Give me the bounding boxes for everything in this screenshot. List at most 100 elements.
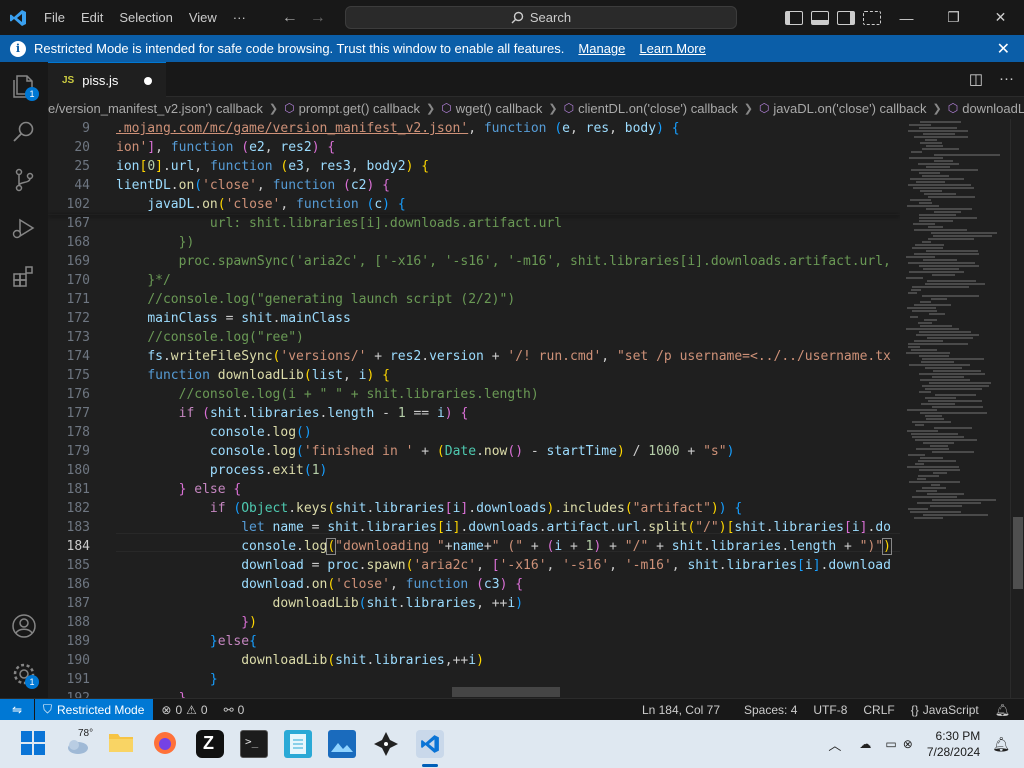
search-view-icon[interactable] [10, 118, 38, 146]
code-line[interactable]: 187 downloadLib(shit.libraries, ++i) [48, 594, 900, 613]
tab-piss-js[interactable]: JS piss.js [48, 62, 166, 97]
minimap[interactable] [900, 119, 1010, 698]
minimap-line [932, 451, 974, 453]
code-line[interactable]: 180 process.exit(1) [48, 461, 900, 480]
code-line[interactable]: 183 let name = shit.libraries[i].downloa… [48, 518, 900, 537]
code-line[interactable]: 169 proc.spawnSync('aria2c', ['-x16', '-… [48, 252, 900, 271]
menu-selection[interactable]: Selection [111, 0, 180, 35]
minimap-line [915, 424, 924, 426]
code-line[interactable]: 181 } else { [48, 480, 900, 499]
more-actions-icon[interactable]: ··· [999, 70, 1014, 88]
file-explorer-icon[interactable] [108, 730, 136, 758]
manage-link[interactable]: Manage [578, 41, 625, 56]
source-control-icon[interactable] [10, 166, 38, 194]
wifi-off-icon[interactable]: ⊗ [903, 737, 913, 751]
learn-more-link[interactable]: Learn More [639, 41, 705, 56]
problems-status[interactable]: ⊗ 0 ⚠ 0 [153, 703, 215, 717]
photos-app-icon[interactable] [328, 730, 356, 758]
weather-widget[interactable]: 78° [64, 728, 100, 758]
zed-app-icon[interactable]: Z [196, 730, 224, 758]
code-line[interactable]: 175 function downloadLib(list, i) { [48, 366, 900, 385]
restore-icon[interactable]: ❐ [930, 0, 977, 35]
extensions-icon[interactable] [10, 262, 38, 290]
breadcrumb-item[interactable]: ⬡downloadLib [948, 101, 1024, 116]
code-line[interactable]: 177 if (shit.libraries.length - 1 == i) … [48, 404, 900, 423]
menu-edit[interactable]: Edit [73, 0, 111, 35]
menu-file[interactable]: File [36, 0, 73, 35]
close-banner-icon[interactable]: ✕ [997, 39, 1010, 59]
notification-bell-icon[interactable]: 🔔︎ [992, 736, 1010, 753]
code-line[interactable]: 182 if (Object.keys(shit.libraries[i].do… [48, 499, 900, 518]
sticky-line[interactable]: 102 javaDL.on('close', function (c) { [48, 195, 900, 214]
clock[interactable]: 6:30 PM 7/28/2024 [927, 728, 980, 760]
language-mode[interactable]: {} JavaScript [903, 703, 987, 717]
vertical-scrollbar[interactable] [1010, 119, 1024, 698]
notepad-icon[interactable] [284, 730, 312, 758]
breadcrumb-item[interactable]: e/version_manifest_v2.json') callback [48, 101, 263, 116]
ports-status[interactable]: ⚯ 0 [216, 703, 253, 717]
code-line[interactable]: 178 console.log() [48, 423, 900, 442]
minimap-line [907, 205, 939, 207]
code-line[interactable]: 171 //console.log("generating launch scr… [48, 290, 900, 309]
code-line[interactable]: 170 }*/ [48, 271, 900, 290]
breadcrumb-item[interactable]: ⬡ prompt.get() callback [284, 101, 420, 116]
breadcrumb-item[interactable]: ⬡ clientDL.on('close') callback [564, 101, 738, 116]
unsaved-dot-icon[interactable] [144, 77, 152, 85]
breadcrumb-item[interactable]: ⬡ wget() callback [441, 101, 542, 116]
code-line[interactable]: 167 url: shit.libraries[i].downloads.art… [48, 214, 900, 233]
remote-indicator-icon[interactable]: ⇋ [0, 698, 34, 721]
code-line[interactable]: 179 console.log('finished in ' + (Date.n… [48, 442, 900, 461]
code-line[interactable]: 184 console.log("downloading "+name+" ("… [48, 537, 900, 556]
code-line[interactable]: 185 download = proc.spawn('aria2c', ['-x… [48, 556, 900, 575]
code-line[interactable]: 173 //console.log("ree") [48, 328, 900, 347]
sticky-line[interactable]: 9 .mojang.com/mc/game/version_manifest_v2… [48, 119, 900, 138]
code-line[interactable]: 186 download.on('close', function (c3) { [48, 575, 900, 594]
command-center-search[interactable]: Search [345, 6, 737, 29]
end-of-line[interactable]: CRLF [855, 703, 902, 717]
encoding[interactable]: UTF-8 [805, 703, 855, 717]
horizontal-scrollbar[interactable] [452, 687, 560, 697]
indentation[interactable]: Spaces: 4 [736, 703, 805, 717]
minimap-line [920, 142, 942, 144]
toggle-secondary-sidebar-icon[interactable] [837, 10, 855, 25]
sticky-line[interactable]: 44 lientDL.on('close', function (c2) { [48, 176, 900, 195]
close-window-icon[interactable]: ✕ [977, 0, 1024, 35]
terminal-icon[interactable]: >_ [240, 730, 268, 758]
cursor-position[interactable]: Ln 184, Col 77 [634, 703, 728, 717]
accounts-icon[interactable] [10, 612, 38, 640]
code-line[interactable]: 174 fs.writeFileSync('versions/' + res2.… [48, 347, 900, 366]
code-line[interactable]: 188 }) [48, 613, 900, 632]
windows-start-icon[interactable] [20, 730, 48, 758]
code-line[interactable]: 172 mainClass = shit.mainClass [48, 309, 900, 328]
sticky-line[interactable]: 20 ion'], function (e2, res2) { [48, 138, 900, 157]
explorer-icon[interactable]: 1 [10, 72, 39, 101]
restricted-mode-status[interactable]: ⛉ Restricted Mode [35, 698, 154, 721]
display-icon[interactable]: ▭ [885, 737, 896, 751]
code-line[interactable]: 189 }else{ [48, 632, 900, 651]
run-debug-icon[interactable] [10, 214, 38, 242]
code-line[interactable]: 190 downloadLib(shit.libraries,++i) [48, 651, 900, 670]
customize-layout-icon[interactable] [863, 10, 881, 25]
code-editor[interactable]: 9 .mojang.com/mc/game/version_manifest_v2… [48, 119, 900, 698]
toggle-primary-sidebar-icon[interactable] [785, 10, 803, 25]
menu-more[interactable]: ··· [225, 0, 254, 35]
code-line[interactable]: 168 }) [48, 233, 900, 252]
minimize-icon[interactable]: — [883, 0, 930, 35]
menu-bar: File Edit Selection View ··· [36, 0, 254, 35]
manage-gear-icon[interactable]: 1 [10, 660, 39, 689]
firefox-icon[interactable] [152, 730, 180, 758]
sticky-line[interactable]: 25 ion[0].url, function (e3, res3, body2)… [48, 157, 900, 176]
code-line[interactable]: 176 //console.log(i + " " + shit.librari… [48, 385, 900, 404]
scrollbar-thumb[interactable] [1013, 517, 1023, 589]
chevron-up-icon[interactable]: ︿ [828, 735, 841, 754]
toggle-panel-icon[interactable] [811, 10, 829, 25]
split-editor-icon[interactable]: ◫ [969, 70, 983, 88]
app-pinwheel-icon[interactable] [372, 730, 400, 758]
breadcrumb-item[interactable]: ⬡ javaDL.on('close') callback [759, 101, 927, 116]
menu-view[interactable]: View [181, 0, 225, 35]
back-arrow-icon[interactable]: ← [282, 9, 298, 27]
vscode-taskbar-icon[interactable] [416, 730, 444, 758]
network-off-icon[interactable]: ☁︎ [859, 737, 871, 751]
notifications-bell-icon[interactable]: 🔔︎ [987, 703, 1018, 717]
forward-arrow-icon[interactable]: → [310, 9, 326, 27]
